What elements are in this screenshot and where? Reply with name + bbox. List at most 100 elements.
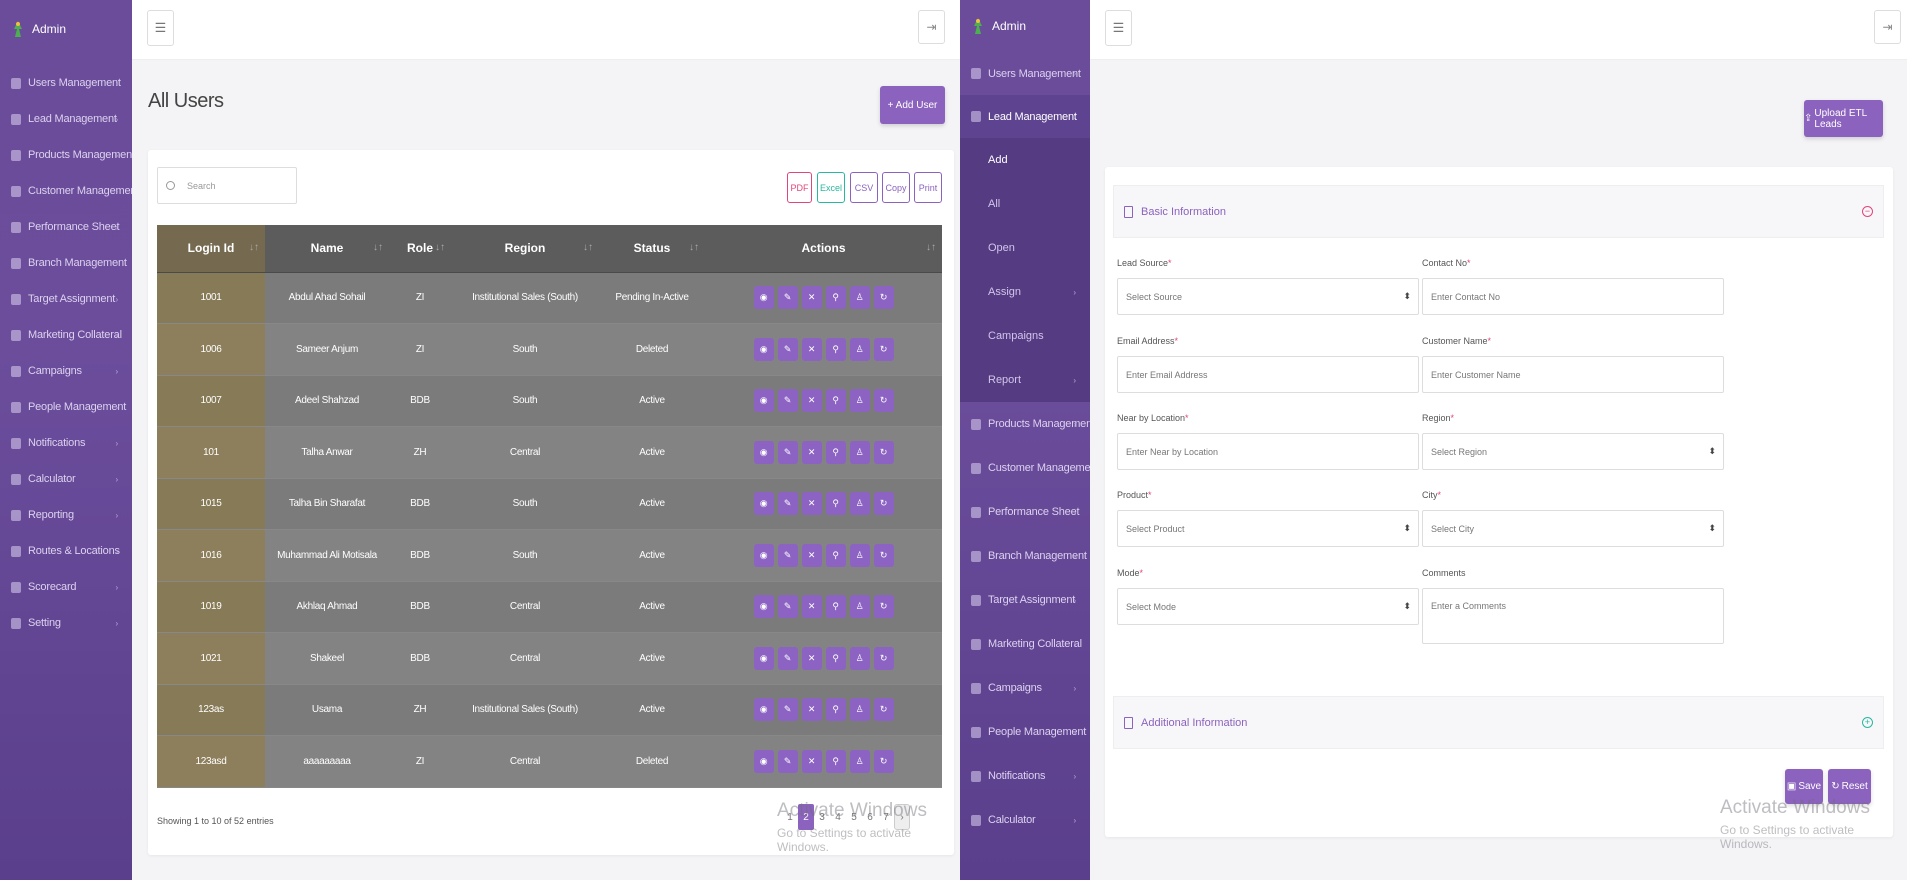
sidebar-item-routes-and-locations[interactable]: Routes & Locations › [0,533,132,569]
basic-info-header[interactable]: Basic Information − [1113,185,1884,238]
user-icon[interactable]: ♙ [849,698,870,722]
delete-icon[interactable]: ✕ [801,389,822,413]
password-icon[interactable]: ⚲ [825,698,846,722]
view-icon[interactable]: ◉ [753,337,774,361]
additional-info-header[interactable]: Additional Information + [1113,696,1884,749]
lead-source-select[interactable]: Select Source ⬍ [1117,278,1419,315]
sidebar-item-customer-management[interactable]: Customer Management › [960,446,1090,490]
delete-icon[interactable]: ✕ [801,286,822,310]
refresh-icon[interactable]: ↻ [873,389,894,413]
password-icon[interactable]: ⚲ [825,749,846,773]
edit-icon[interactable]: ✎ [777,492,798,516]
view-icon[interactable]: ◉ [753,440,774,464]
col-actions[interactable]: Actions ↓↑ [705,225,942,273]
sidebar-item-campaigns[interactable]: Campaigns › [0,353,132,389]
delete-icon[interactable]: ✕ [801,749,822,773]
table-row[interactable]: 1016 Muhammad Ali Motisala BDB South Active ◉… [157,529,942,582]
sidebar-item-marketing-collateral[interactable]: Marketing Collateral › [0,317,132,353]
col-name[interactable]: Name ↓↑ [265,225,389,273]
submenu-item-open[interactable]: Open [960,226,1090,270]
city-select[interactable]: Select City ⬍ [1422,510,1724,547]
refresh-icon[interactable]: ↻ [873,286,894,310]
view-icon[interactable]: ◉ [753,543,774,567]
menu-toggle-button[interactable]: ☰ [147,10,174,46]
password-icon[interactable]: ⚲ [825,543,846,567]
table-row[interactable]: 1001 Abdul Ahad Sohail ZI Institutional Sal… [157,272,942,324]
edit-icon[interactable]: ✎ [777,337,798,361]
sidebar-item-products-management[interactable]: Products Management › [960,402,1090,446]
brand[interactable]: Admin [0,0,132,58]
table-row[interactable]: 123as Usama ZH Institutional Sales (South) A… [157,684,942,736]
sidebar-item-performance-sheet[interactable]: Performance Sheet › [960,490,1090,534]
refresh-icon[interactable]: ↻ [873,440,894,464]
export-excel-button[interactable]: Excel [817,172,845,203]
menu-toggle-button[interactable]: ☰ [1105,10,1132,46]
sidebar-item-campaigns[interactable]: Campaigns › [960,666,1090,710]
expand-icon[interactable]: + [1862,717,1873,728]
sidebar-item-setting[interactable]: Setting › [0,605,132,641]
submenu-item-add[interactable]: Add [960,138,1090,182]
delete-icon[interactable]: ✕ [801,698,822,722]
password-icon[interactable]: ⚲ [825,595,846,619]
submenu-item-report[interactable]: Report › [960,358,1090,402]
sidebar-item-calculator[interactable]: Calculator › [960,798,1090,842]
submenu-item-all[interactable]: All [960,182,1090,226]
user-icon[interactable]: ♙ [849,749,870,773]
user-icon[interactable]: ♙ [849,389,870,413]
logout-button[interactable]: ⇥ [918,10,945,44]
export-pdf-button[interactable]: PDF [787,172,812,203]
refresh-icon[interactable]: ↻ [873,337,894,361]
submenu-item-campaigns[interactable]: Campaigns [960,314,1090,358]
sidebar-item-branch-management[interactable]: Branch Management › [960,534,1090,578]
refresh-icon[interactable]: ↻ [873,492,894,516]
user-icon[interactable]: ♙ [849,286,870,310]
table-row[interactable]: 1007 Adeel Shahzad BDB South Active ◉ ✎ ✕ ⚲ ♙ ↻ [157,375,942,427]
refresh-icon[interactable]: ↻ [873,646,894,670]
col-role[interactable]: Role ↓↑ [389,225,451,273]
collapse-icon[interactable]: − [1862,206,1873,217]
export-csv-button[interactable]: CSV [850,172,878,203]
view-icon[interactable]: ◉ [753,286,774,310]
add-user-button[interactable]: + Add User [880,86,945,124]
table-row[interactable]: 1021 Shakeel BDB Central Active ◉ ✎ ✕ ⚲ ♙ ↻ [157,632,942,685]
print-button[interactable]: Print [914,172,942,203]
nearby-input[interactable]: Enter Near by Location [1117,433,1419,470]
sidebar-item-target-assignment[interactable]: Target Assignment › [0,281,132,317]
sidebar-item-users-management[interactable]: Users Management › [960,52,1090,95]
sidebar-item-people-management[interactable]: People Management › [0,389,132,425]
sidebar-item-notifications[interactable]: Notifications › [0,425,132,461]
sidebar-item-lead-management[interactable]: Lead Management › [960,95,1090,138]
edit-icon[interactable]: ✎ [777,698,798,722]
view-icon[interactable]: ◉ [753,389,774,413]
delete-icon[interactable]: ✕ [801,440,822,464]
region-select[interactable]: Select Region ⬍ [1422,433,1724,470]
delete-icon[interactable]: ✕ [801,595,822,619]
sidebar-item-people-management[interactable]: People Management › [960,710,1090,754]
password-icon[interactable]: ⚲ [825,337,846,361]
password-icon[interactable]: ⚲ [825,440,846,464]
email-input[interactable]: Enter Email Address [1117,356,1419,393]
edit-icon[interactable]: ✎ [777,543,798,567]
view-icon[interactable]: ◉ [753,492,774,516]
delete-icon[interactable]: ✕ [801,646,822,670]
refresh-icon[interactable]: ↻ [873,595,894,619]
sidebar-item-branch-management[interactable]: Branch Management › [0,245,132,281]
refresh-icon[interactable]: ↻ [873,543,894,567]
comments-input[interactable]: Enter a Comments [1422,588,1724,644]
user-icon[interactable]: ♙ [849,492,870,516]
password-icon[interactable]: ⚲ [825,492,846,516]
user-icon[interactable]: ♙ [849,646,870,670]
view-icon[interactable]: ◉ [753,749,774,773]
delete-icon[interactable]: ✕ [801,543,822,567]
password-icon[interactable]: ⚲ [825,389,846,413]
brand[interactable]: Admin [960,0,1090,52]
sidebar-item-target-assignment[interactable]: Target Assignment › [960,578,1090,622]
user-icon[interactable]: ♙ [849,595,870,619]
user-icon[interactable]: ♙ [849,440,870,464]
sidebar-item-products-management[interactable]: Products Management › [0,137,132,173]
table-row[interactable]: 1006 Sameer Anjum ZI South Deleted ◉ ✎ ✕ ⚲ ♙ ↻ [157,323,942,376]
sidebar-item-scorecard[interactable]: Scorecard › [0,569,132,605]
edit-icon[interactable]: ✎ [777,286,798,310]
sidebar-item-calculator[interactable]: Calculator › [0,461,132,497]
edit-icon[interactable]: ✎ [777,440,798,464]
